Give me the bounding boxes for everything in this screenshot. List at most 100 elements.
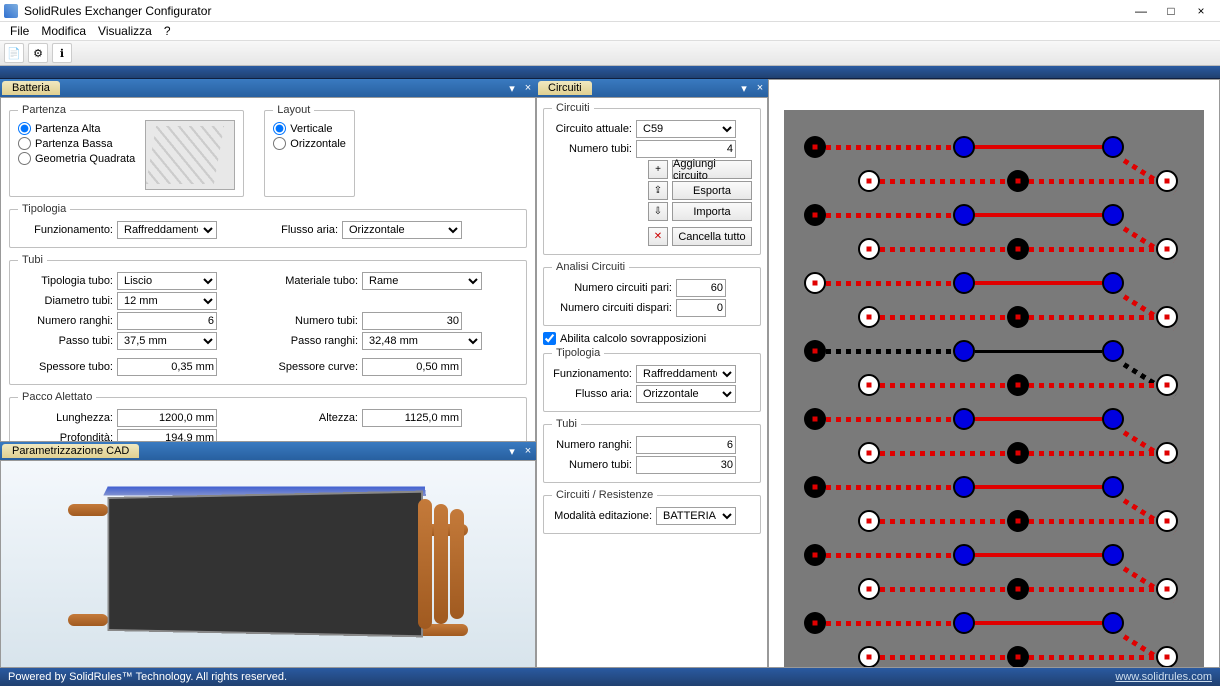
tube-node[interactable] bbox=[858, 646, 880, 668]
tube-node[interactable] bbox=[1156, 578, 1178, 600]
tube-node[interactable] bbox=[1007, 510, 1029, 532]
tube-node[interactable] bbox=[1007, 442, 1029, 464]
esporta-button[interactable]: Esporta bbox=[672, 181, 752, 200]
tube-node[interactable] bbox=[953, 544, 975, 566]
menu-modifica[interactable]: Modifica bbox=[41, 24, 86, 38]
maximize-button[interactable]: □ bbox=[1156, 4, 1186, 18]
tube-node[interactable] bbox=[953, 136, 975, 158]
layout-orizzontale-radio[interactable] bbox=[273, 137, 286, 150]
cad-close-icon[interactable]: × bbox=[520, 445, 536, 457]
tube-node[interactable] bbox=[1102, 272, 1124, 294]
toolbar-btn-3[interactable]: ℹ bbox=[52, 43, 72, 63]
tube-node[interactable] bbox=[858, 374, 880, 396]
circ-ntubi-input[interactable] bbox=[636, 456, 736, 474]
altezza-input[interactable] bbox=[362, 409, 462, 427]
tube-node[interactable] bbox=[858, 442, 880, 464]
tube-node[interactable] bbox=[1102, 476, 1124, 498]
flusso-aria-select[interactable]: Orizzontale bbox=[342, 221, 462, 239]
tube-node[interactable] bbox=[1007, 374, 1029, 396]
circuiti-tab[interactable]: Circuiti bbox=[538, 81, 592, 95]
menu-help[interactable]: ? bbox=[164, 24, 171, 38]
circuito-attuale-select[interactable]: C59 bbox=[636, 120, 736, 138]
tube-row[interactable] bbox=[804, 164, 1184, 198]
tube-node[interactable] bbox=[804, 340, 826, 362]
tube-row[interactable] bbox=[804, 470, 1184, 504]
tube-row[interactable] bbox=[804, 402, 1184, 436]
tube-row[interactable] bbox=[804, 606, 1184, 640]
tube-node[interactable] bbox=[804, 136, 826, 158]
tube-node[interactable] bbox=[858, 510, 880, 532]
tube-node[interactable] bbox=[1156, 306, 1178, 328]
spessore-curve-input[interactable] bbox=[362, 358, 462, 376]
tube-node[interactable] bbox=[1156, 646, 1178, 668]
tube-row[interactable] bbox=[804, 572, 1184, 606]
partenza-bassa-radio[interactable] bbox=[18, 137, 31, 150]
tube-node[interactable] bbox=[953, 612, 975, 634]
tube-node[interactable] bbox=[1007, 238, 1029, 260]
toolbar-btn-2[interactable]: ⚙ bbox=[28, 43, 48, 63]
aggiungi-circuito-button[interactable]: Aggiungi circuito bbox=[672, 160, 752, 179]
abilita-sovrapposizioni-checkbox[interactable] bbox=[543, 332, 556, 345]
tube-row[interactable] bbox=[804, 130, 1184, 164]
tube-row[interactable] bbox=[804, 334, 1184, 368]
tube-node[interactable] bbox=[953, 476, 975, 498]
tube-node[interactable] bbox=[1156, 374, 1178, 396]
menu-visualizza[interactable]: Visualizza bbox=[98, 24, 152, 38]
circ-numero-tubi-input[interactable] bbox=[636, 140, 736, 158]
tube-node[interactable] bbox=[1007, 646, 1029, 668]
tube-row[interactable] bbox=[804, 368, 1184, 402]
tube-node[interactable] bbox=[804, 544, 826, 566]
tube-node[interactable] bbox=[1156, 442, 1178, 464]
circuiti-dispari-input[interactable] bbox=[676, 299, 726, 317]
delete-icon[interactable]: ✕ bbox=[648, 227, 668, 246]
batteria-close-icon[interactable]: × bbox=[520, 82, 536, 94]
close-button[interactable]: × bbox=[1186, 4, 1216, 18]
export-icon[interactable]: ⇪ bbox=[648, 181, 668, 200]
spessore-tubo-input[interactable] bbox=[117, 358, 217, 376]
circ-funzionamento-select[interactable]: Raffreddamento bbox=[636, 365, 736, 383]
modalita-editazione-select[interactable]: BATTERIA bbox=[656, 507, 736, 525]
partenza-alta-radio[interactable] bbox=[18, 122, 31, 135]
tube-node[interactable] bbox=[804, 408, 826, 430]
cancella-tutto-button[interactable]: Cancella tutto bbox=[672, 227, 752, 246]
tube-row[interactable] bbox=[804, 198, 1184, 232]
tube-node[interactable] bbox=[804, 272, 826, 294]
tube-node[interactable] bbox=[858, 306, 880, 328]
tube-node[interactable] bbox=[953, 408, 975, 430]
tube-row[interactable] bbox=[804, 436, 1184, 470]
profondita-input[interactable] bbox=[117, 429, 217, 442]
circ-ranghi-input[interactable] bbox=[636, 436, 736, 454]
circuiti-close-icon[interactable]: × bbox=[752, 82, 768, 94]
batteria-tab[interactable]: Batteria bbox=[2, 81, 60, 95]
tube-node[interactable] bbox=[858, 578, 880, 600]
circuit-viewer[interactable] bbox=[768, 79, 1220, 668]
add-icon[interactable]: + bbox=[648, 160, 668, 179]
diametro-tubi-select[interactable]: 12 mm bbox=[117, 292, 217, 310]
tipologia-tubo-select[interactable]: Liscio bbox=[117, 272, 217, 290]
batteria-pin-icon[interactable]: ▾ bbox=[504, 82, 520, 95]
tube-node[interactable] bbox=[1007, 578, 1029, 600]
tube-node[interactable] bbox=[1102, 408, 1124, 430]
cad-viewport[interactable] bbox=[0, 460, 536, 668]
tube-row[interactable] bbox=[804, 640, 1184, 668]
tube-node[interactable] bbox=[804, 476, 826, 498]
tube-node[interactable] bbox=[858, 170, 880, 192]
tube-node[interactable] bbox=[953, 204, 975, 226]
menu-file[interactable]: File bbox=[10, 24, 29, 38]
tube-node[interactable] bbox=[1156, 510, 1178, 532]
tube-node[interactable] bbox=[1156, 170, 1178, 192]
circuiti-pin-icon[interactable]: ▾ bbox=[736, 82, 752, 95]
tube-node[interactable] bbox=[953, 272, 975, 294]
circ-flusso-select[interactable]: Orizzontale bbox=[636, 385, 736, 403]
circuiti-pari-input[interactable] bbox=[676, 279, 726, 297]
tube-row[interactable] bbox=[804, 266, 1184, 300]
layout-verticale-radio[interactable] bbox=[273, 122, 286, 135]
tube-node[interactable] bbox=[1156, 238, 1178, 260]
tube-node[interactable] bbox=[804, 204, 826, 226]
passo-tubi-select[interactable]: 37,5 mm bbox=[117, 332, 217, 350]
minimize-button[interactable]: — bbox=[1126, 4, 1156, 18]
numero-ranghi-input[interactable] bbox=[117, 312, 217, 330]
funzionamento-select[interactable]: Raffreddamento bbox=[117, 221, 217, 239]
tube-node[interactable] bbox=[1102, 340, 1124, 362]
importa-button[interactable]: Importa bbox=[672, 202, 752, 221]
